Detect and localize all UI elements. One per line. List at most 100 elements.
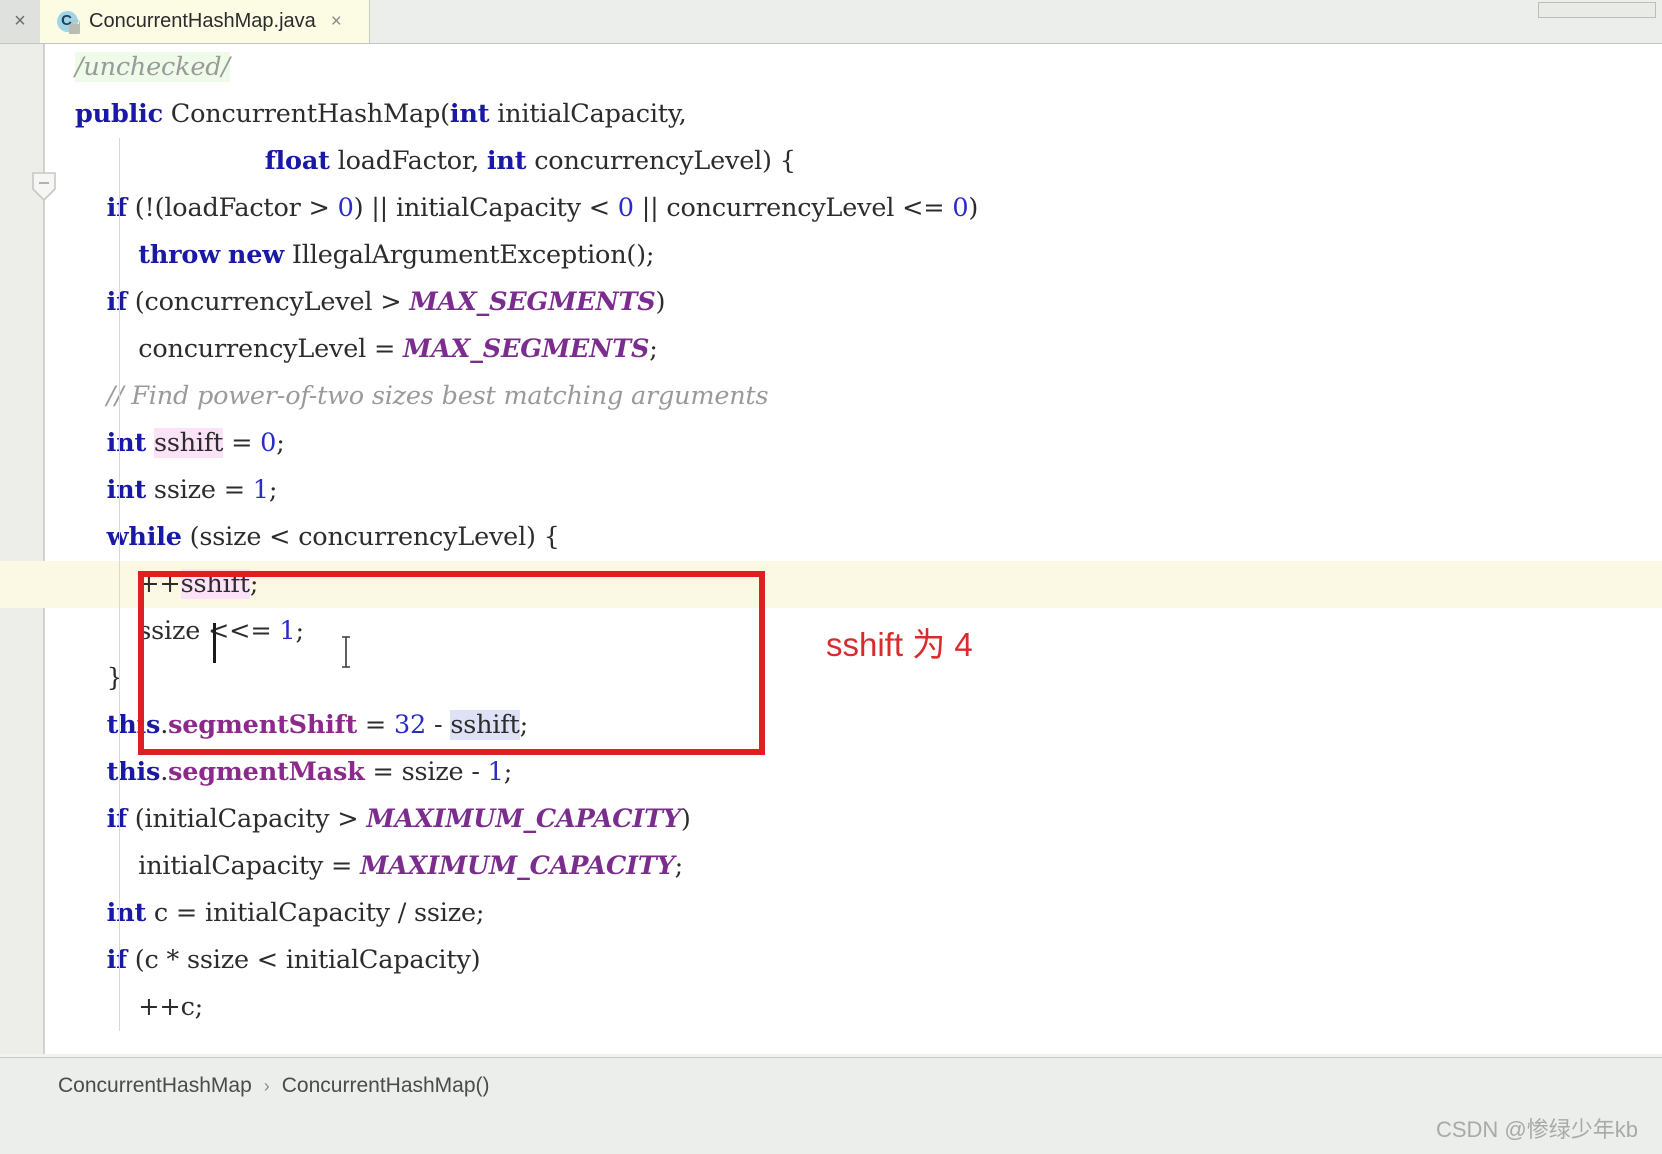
token-identifier-highlighted: sshift xyxy=(153,428,224,458)
token-identifier: IllegalArgumentException(); xyxy=(284,240,655,270)
token-operator: - xyxy=(426,710,451,740)
editor-tab-bar: × C ConcurrentHashMap.java × xyxy=(0,0,1662,44)
tab-concurrenthashmap-java[interactable]: C ConcurrentHashMap.java × xyxy=(40,0,370,43)
code-line[interactable]: ++c; xyxy=(45,984,1662,1031)
lock-icon xyxy=(69,19,80,34)
token-operator: = xyxy=(357,710,395,740)
close-all-tabs-button[interactable]: × xyxy=(0,0,40,43)
code-line[interactable]: /unchecked/ xyxy=(45,44,1662,91)
token-keyword: new xyxy=(227,240,284,270)
token-number: 1 xyxy=(487,757,504,787)
token-punct: ; xyxy=(295,616,304,646)
java-class-locked-icon: C xyxy=(56,10,80,34)
breadcrumb: ConcurrentHashMap › ConcurrentHashMap() xyxy=(58,1074,490,1098)
code-line-current[interactable]: ++sshift; xyxy=(0,561,1662,608)
close-icon: × xyxy=(14,10,26,32)
token-punct: ; xyxy=(249,569,259,599)
token-punct: . xyxy=(160,757,169,787)
token-identifier: ; xyxy=(649,334,658,364)
token-identifier-highlighted: sshift xyxy=(180,569,250,599)
breadcrumb-item-method[interactable]: ConcurrentHashMap() xyxy=(282,1074,490,1098)
token-punct: . xyxy=(160,710,169,740)
token-number: 0 xyxy=(617,193,634,223)
tab-close-icon[interactable]: × xyxy=(331,12,342,31)
token-identifier: (ssize < concurrencyLevel) { xyxy=(181,522,560,552)
breadcrumb-bar: ConcurrentHashMap › ConcurrentHashMap() … xyxy=(0,1057,1662,1154)
token-identifier: loadFactor, xyxy=(329,146,487,176)
token-constant: MAXIMUM_CAPACITY xyxy=(360,851,675,881)
breadcrumb-item-class[interactable]: ConcurrentHashMap xyxy=(58,1074,252,1098)
code-line[interactable]: if (concurrencyLevel > MAX_SEGMENTS) xyxy=(45,279,1662,326)
token-keyword: this xyxy=(106,710,161,740)
token-identifier: concurrencyLevel) { xyxy=(526,146,796,176)
token-punct: ; xyxy=(674,851,684,881)
token-punct: } xyxy=(106,663,123,693)
token-keyword: if xyxy=(106,193,127,223)
tab-label: ConcurrentHashMap.java xyxy=(89,10,316,32)
code-line[interactable]: throw new IllegalArgumentException(); xyxy=(45,232,1662,279)
token-identifier: ) xyxy=(655,287,666,317)
token-identifier: ) xyxy=(680,804,691,834)
token-keyword: int xyxy=(106,475,147,505)
token-keyword: if xyxy=(106,804,127,834)
token-identifier: concurrencyLevel = xyxy=(138,334,404,364)
token-keyword: while xyxy=(106,522,182,552)
token-number: 1 xyxy=(279,616,296,646)
token-identifier: (c * ssize < initialCapacity) xyxy=(126,945,481,975)
code-line[interactable]: float loadFactor, int concurrencyLevel) … xyxy=(45,138,1662,185)
token-comment: // Find power-of-two sizes best matching… xyxy=(106,381,769,411)
gutter-scroll-rail xyxy=(0,44,12,1057)
token-punct: ; xyxy=(503,757,513,787)
csdn-watermark: CSDN @惨绿少年kb xyxy=(1435,1117,1638,1142)
token-identifier: ) xyxy=(968,193,979,223)
token-identifier: (!(loadFactor > xyxy=(126,193,338,223)
token-identifier: ) || initialCapacity < xyxy=(353,193,618,223)
token-number: 0 xyxy=(260,428,277,458)
code-content[interactable]: /unchecked/ public ConcurrentHashMap(int… xyxy=(0,44,1662,1057)
code-line[interactable]: if (c * ssize < initialCapacity) xyxy=(45,937,1662,984)
token-keyword: int xyxy=(106,898,147,928)
mouse-ibeam-cursor xyxy=(340,636,352,668)
code-line[interactable]: int c = initialCapacity / ssize; xyxy=(45,890,1662,937)
token-number: 1 xyxy=(252,475,269,505)
token-constant: MAXIMUM_CAPACITY xyxy=(366,804,681,834)
token-operator: ++ xyxy=(138,569,181,599)
code-line[interactable]: if (initialCapacity > MAXIMUM_CAPACITY) xyxy=(45,796,1662,843)
token-keyword: int xyxy=(449,99,490,129)
code-line[interactable]: initialCapacity = MAXIMUM_CAPACITY; xyxy=(45,843,1662,890)
annotation-comment: /unchecked/ xyxy=(75,52,230,82)
code-line[interactable]: if (!(loadFactor > 0) || initialCapacity… xyxy=(45,185,1662,232)
token-operator: = xyxy=(223,428,261,458)
annotation-label: sshift 为 4 xyxy=(826,626,973,663)
code-line[interactable]: // Find power-of-two sizes best matching… xyxy=(45,373,1662,420)
code-line[interactable]: int sshift = 0; xyxy=(45,420,1662,467)
token-identifier: ssize <<= xyxy=(138,616,280,646)
token-keyword: if xyxy=(106,287,127,317)
code-line[interactable]: public ConcurrentHashMap(int initialCapa… xyxy=(45,91,1662,138)
token-identifier-highlighted: sshift xyxy=(450,710,520,740)
code-line[interactable]: concurrencyLevel = MAX_SEGMENTS; xyxy=(45,326,1662,373)
code-line[interactable]: this.segmentShift = 32 - sshift; xyxy=(45,702,1662,749)
tab-bar-empty-area xyxy=(370,0,1662,43)
code-line[interactable]: this.segmentMask = ssize - 1; xyxy=(45,749,1662,796)
token-identifier: ++c; xyxy=(138,992,204,1022)
token-identifier: (concurrencyLevel > xyxy=(126,287,410,317)
code-editor[interactable]: /unchecked/ public ConcurrentHashMap(int… xyxy=(0,44,1662,1057)
code-line[interactable]: int ssize = 1; xyxy=(45,467,1662,514)
token-identifier: ssize = xyxy=(146,475,253,505)
token-identifier: initialCapacity, xyxy=(489,99,687,129)
token-identifier: = ssize - xyxy=(364,757,488,787)
code-line[interactable]: while (ssize < concurrencyLevel) { xyxy=(45,514,1662,561)
token-number: 32 xyxy=(394,710,427,740)
tab-bar-right-control[interactable] xyxy=(1538,2,1656,18)
token-keyword: int xyxy=(106,428,147,458)
